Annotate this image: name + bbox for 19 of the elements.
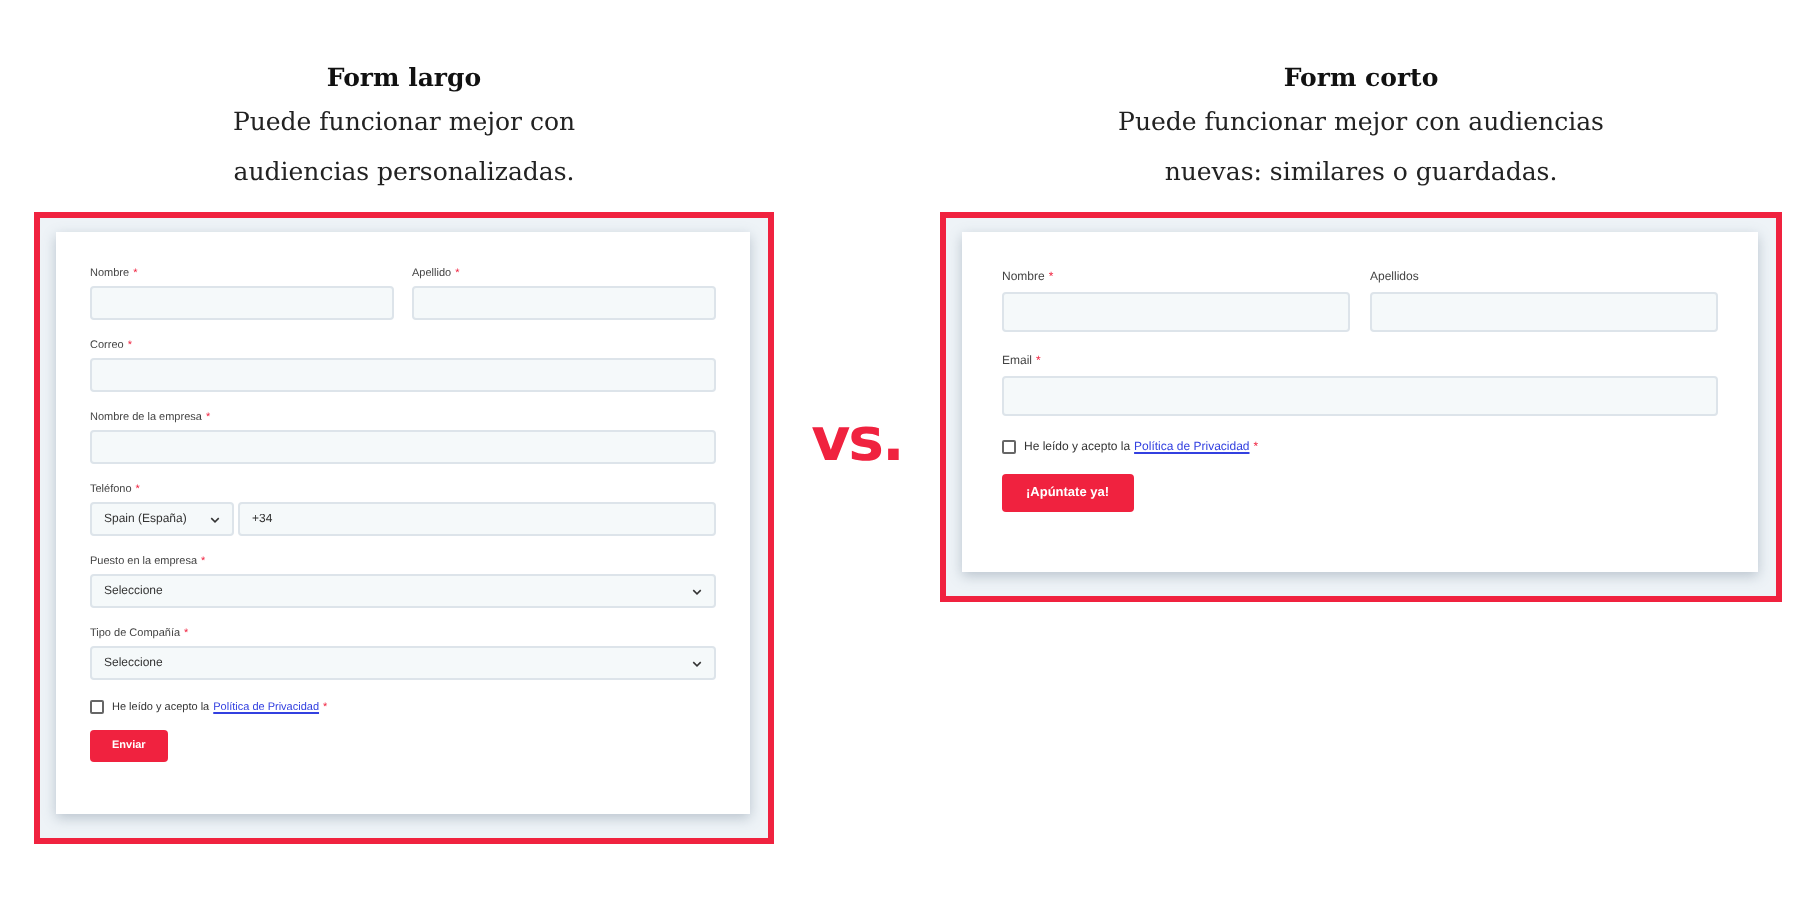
panel-subtitle: Puede funcionar mejor con audiencias [1118,104,1604,140]
versus-text: vs. [811,405,903,475]
chevron-icon [692,587,702,595]
panel-subtitle: nuevas: similares o guardadas. [1164,154,1558,190]
input-field[interactable] [1002,292,1350,332]
panel-subtitle: Puede funcionar mejor con [232,104,576,140]
input-field[interactable] [90,430,716,464]
chevron-icon [210,515,220,523]
input-field[interactable] [90,358,716,392]
input-field[interactable] [412,286,716,320]
input-field[interactable] [1370,292,1718,332]
panel-title: Form corto [1283,60,1439,96]
panel-subtitle: audiencias personalizadas. [233,154,575,190]
input-field[interactable] [90,286,394,320]
checkbox[interactable] [90,700,104,714]
checkbox[interactable] [1002,440,1016,454]
chevron-icon [692,659,702,667]
input-field[interactable] [1002,376,1718,416]
panel-title: Form largo [326,60,482,96]
